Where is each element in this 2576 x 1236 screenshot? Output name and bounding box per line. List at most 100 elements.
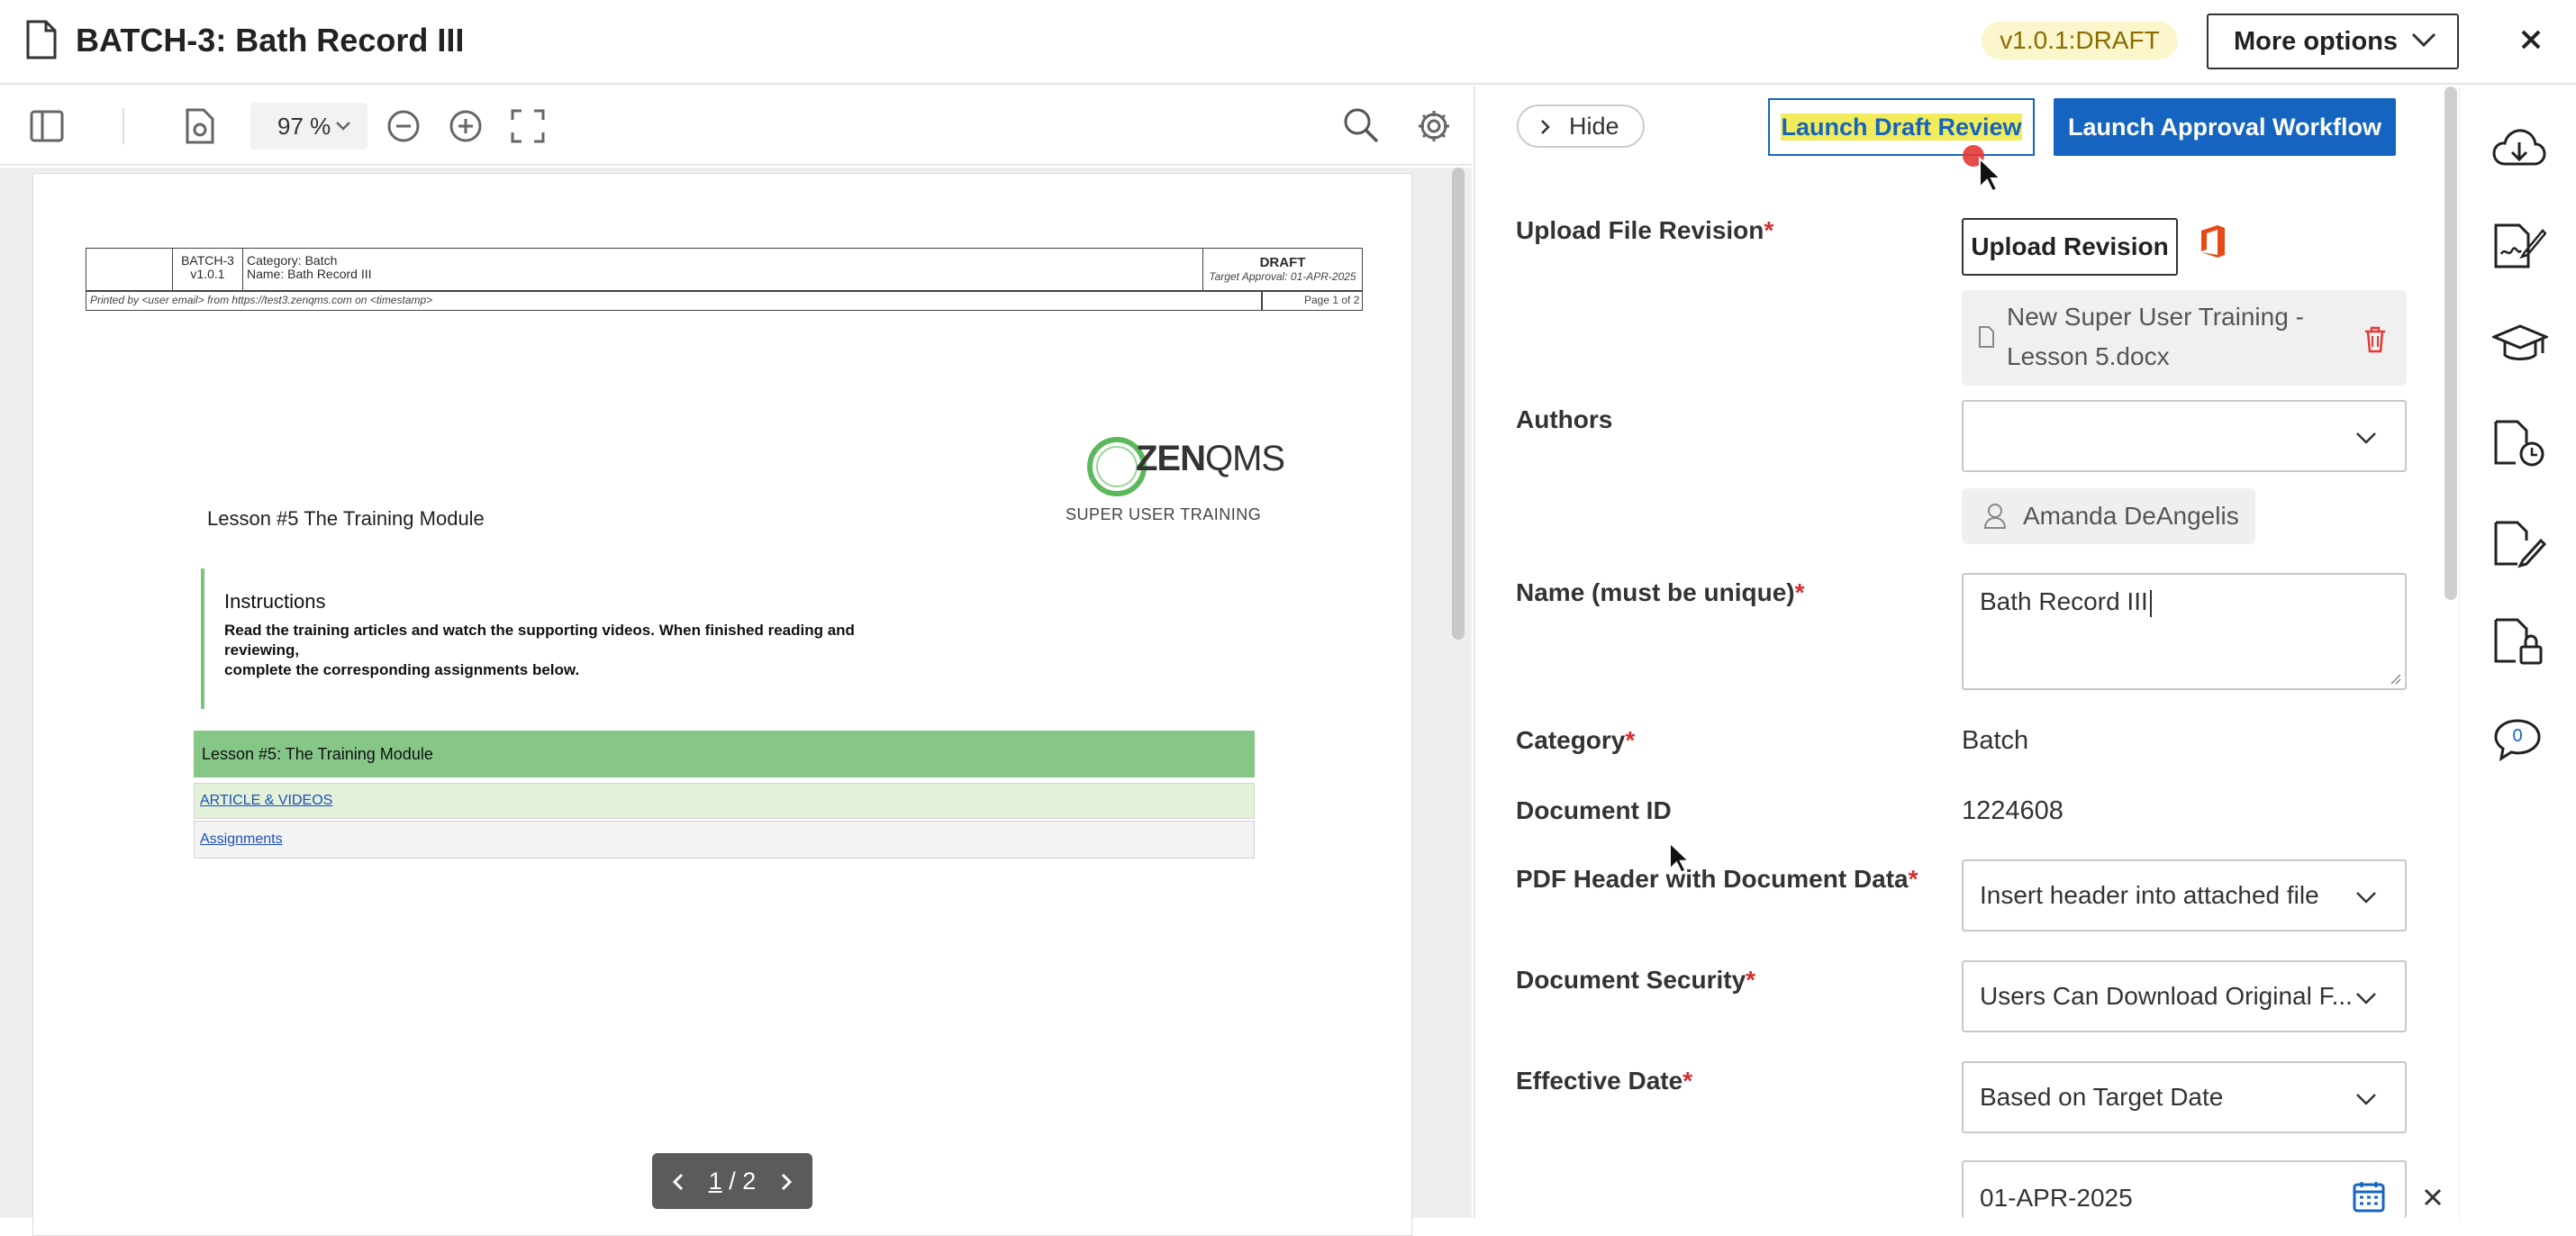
- logo-tagline: SUPER USER TRAINING: [1066, 505, 1262, 523]
- required-mark: *: [1746, 966, 1756, 994]
- launch-approval-workflow-button[interactable]: Launch Approval Workflow: [2054, 98, 2396, 156]
- name-textarea[interactable]: Bath Record III: [1962, 573, 2407, 690]
- authors-select[interactable]: [1962, 400, 2407, 472]
- document-id-value: 1224608: [1962, 796, 2064, 825]
- pdf-header-label: PDF Header with Document Data*: [1516, 865, 1918, 893]
- chevron-left-icon[interactable]: [672, 1173, 685, 1191]
- author-name: Amanda DeAngelis: [2023, 502, 2239, 530]
- pdf-name: Name: Bath Record III: [247, 267, 372, 281]
- effective-date-value: Based on Target Date: [1980, 1083, 2224, 1111]
- attached-file-name: New Super User Training - Lesson 5.docx: [2007, 303, 2304, 370]
- module-heading-bar: Lesson #5: The Training Module: [194, 731, 1255, 777]
- required-mark: *: [1908, 865, 1918, 893]
- page-title: BATCH-3: Bath Record III: [76, 22, 465, 59]
- effective-date-select[interactable]: Based on Target Date: [1962, 1061, 2407, 1133]
- chevron-down-icon: [335, 121, 351, 132]
- instructions-line-2: complete the corresponding assignments b…: [224, 661, 580, 678]
- fullscreen-icon[interactable]: [510, 108, 546, 144]
- pdf-header-value: Insert header into attached file: [1980, 881, 2319, 909]
- launch-draft-review-button[interactable]: Launch Draft Review: [1768, 98, 2035, 156]
- viewer-scrollbar[interactable]: [1452, 168, 1465, 640]
- date-input[interactable]: 01-APR-2025: [1962, 1160, 2407, 1218]
- document-icon: [25, 20, 58, 59]
- toolbar-divider: [122, 108, 124, 144]
- document-security-value: Users Can Download Original F...: [1980, 982, 2353, 1010]
- pdf-printed-by: Printed by <user email> from https://tes…: [90, 294, 433, 306]
- resize-handle-icon[interactable]: [2389, 672, 2401, 685]
- assignments-link[interactable]: Assignments: [200, 832, 283, 847]
- document-sign-icon[interactable]: [2492, 222, 2546, 270]
- authors-label: Authors: [1516, 405, 1613, 433]
- document-viewer: BATCH-3 v1.0.1 Category: Batch Name: Bat…: [0, 168, 1472, 1236]
- upload-file-label: Upload File Revision*: [1516, 216, 1774, 244]
- top-bar: BATCH-3: Bath Record III v1.0.1:DRAFT Mo…: [0, 0, 2576, 85]
- pdf-doc-version: v1.0.1: [190, 267, 225, 281]
- right-action-rail: 0: [2459, 86, 2576, 1218]
- chevron-right-icon: [1540, 119, 1551, 135]
- articles-row: ARTICLE & VIDEOS: [194, 783, 1255, 819]
- zoom-value: 97 %: [277, 113, 331, 140]
- comments-icon[interactable]: 0: [2492, 717, 2543, 762]
- close-icon[interactable]: [2515, 23, 2547, 56]
- user-icon: [1983, 503, 2007, 530]
- pdf-target-approval: Target Approval: 01-APR-2025: [1209, 270, 1356, 283]
- document-lock-icon[interactable]: [2492, 616, 2546, 667]
- page-navigator: 1 / 2: [652, 1153, 812, 1209]
- document-security-label: Document Security*: [1516, 966, 1756, 994]
- delete-file-icon[interactable]: [2363, 326, 2387, 353]
- viewer-toolbar: 97 %: [0, 86, 1472, 166]
- search-icon[interactable]: [1342, 106, 1380, 144]
- chevron-down-icon: [2354, 1092, 2378, 1106]
- mouse-pointer-icon: [1978, 157, 2001, 193]
- author-chip[interactable]: Amanda DeAngelis: [1962, 488, 2255, 544]
- version-status-badge: v1.0.1:DRAFT: [1982, 22, 2178, 59]
- effective-date-label: Effective Date*: [1516, 1067, 1693, 1095]
- pdf-doc-id: BATCH-3: [181, 253, 234, 268]
- document-history-icon[interactable]: [2492, 418, 2546, 468]
- pdf-header-table: BATCH-3 v1.0.1 Category: Batch Name: Bat…: [86, 248, 1363, 311]
- graduation-cap-icon[interactable]: [2492, 323, 2548, 368]
- attached-file: New Super User Training - Lesson 5.docx: [1962, 290, 2407, 386]
- articles-videos-link[interactable]: ARTICLE & VIDEOS: [200, 793, 332, 808]
- pdf-status: DRAFT: [1259, 255, 1306, 270]
- zoom-select[interactable]: 97 %: [250, 103, 367, 150]
- clear-date-icon[interactable]: [2423, 1187, 2443, 1207]
- zoom-in-icon[interactable]: [448, 108, 484, 144]
- file-icon: [1978, 326, 1994, 348]
- panel-scrollbar[interactable]: [2444, 86, 2457, 600]
- required-mark: *: [1625, 726, 1636, 754]
- text-caret: [2149, 589, 2152, 617]
- instructions-block: Instructions Read the training articles …: [201, 568, 921, 709]
- document-edit-icon[interactable]: [2492, 519, 2546, 569]
- required-mark: *: [1794, 578, 1805, 606]
- chevron-down-icon: [2410, 31, 2437, 49]
- chevron-right-icon[interactable]: [780, 1173, 793, 1191]
- current-page[interactable]: 1: [709, 1168, 722, 1195]
- launch-draft-review-label: Launch Draft Review: [1781, 114, 2022, 141]
- chevron-down-icon: [2354, 431, 2378, 445]
- instructions-heading: Instructions: [224, 590, 326, 613]
- pdf-page-of: Page 1 of 2: [1304, 294, 1360, 306]
- pdf-header-select[interactable]: Insert header into attached file: [1962, 859, 2407, 932]
- chevron-down-icon: [2354, 991, 2378, 1005]
- zoom-out-icon[interactable]: [385, 108, 422, 144]
- cloud-download-icon[interactable]: [2492, 126, 2546, 171]
- gear-icon[interactable]: [1416, 108, 1452, 144]
- category-value: Batch: [1962, 726, 2029, 755]
- hide-viewer-button[interactable]: Hide: [1517, 105, 1645, 148]
- calendar-icon[interactable]: [2353, 1180, 2385, 1213]
- total-pages: / 2: [729, 1168, 757, 1195]
- document-id-label: Document ID: [1516, 796, 1672, 824]
- more-options-label: More options: [2234, 27, 2399, 56]
- sidebar-toggle-icon[interactable]: [29, 108, 65, 144]
- document-security-select[interactable]: Users Can Download Original F...: [1962, 960, 2407, 1032]
- page-settings-icon[interactable]: [184, 108, 216, 144]
- comment-count: 0: [2512, 726, 2523, 746]
- name-value: Bath Record III: [1980, 587, 2148, 615]
- category-label: Category*: [1516, 726, 1636, 754]
- upload-revision-button[interactable]: Upload Revision: [1962, 218, 2178, 276]
- logo-text: ZENQMS: [1136, 439, 1285, 478]
- mouse-pointer-icon: [1668, 841, 1690, 874]
- more-options-button[interactable]: More options: [2207, 14, 2459, 69]
- office-icon[interactable]: [2198, 223, 2228, 259]
